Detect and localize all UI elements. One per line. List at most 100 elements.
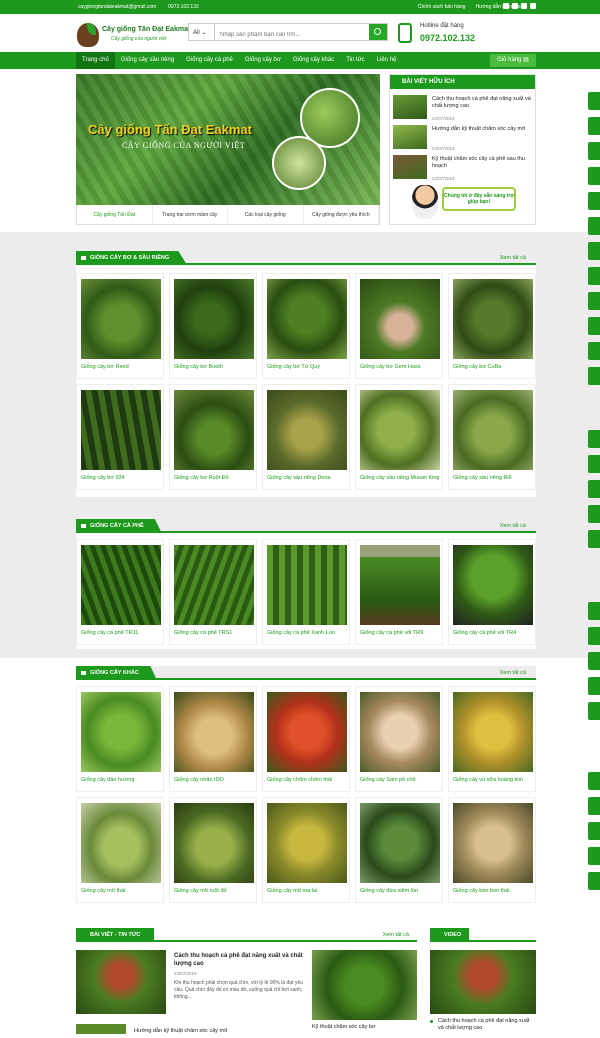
article-item[interactable]: Kỹ thuật chăm sóc cây cà phê sau thu hoạ… xyxy=(393,155,533,183)
product-card[interactable]: Giống cây bơ Tứ Quý xyxy=(262,273,350,379)
float-button[interactable] xyxy=(588,702,600,720)
nav-home[interactable]: Trang chủ xyxy=(76,52,115,69)
top-bar: caygiongtandateakmat@gmail.com 0972.102.… xyxy=(0,0,600,14)
float-button[interactable] xyxy=(588,292,600,310)
product-card[interactable]: Giống cây mít ma lai xyxy=(262,797,350,903)
floating-sidebar xyxy=(588,602,600,727)
float-button[interactable] xyxy=(588,217,600,235)
product-card[interactable]: Giống cây nhãn IDO xyxy=(169,686,257,792)
hotline-number[interactable]: 0972.102.132 xyxy=(420,33,475,43)
view-all-link[interactable]: Xem tất cả xyxy=(500,519,526,533)
product-card[interactable]: Giống cây bơ Booth xyxy=(169,273,257,379)
product-card[interactable]: Giống cây bơ Ruột Đỏ xyxy=(169,384,257,490)
product-card[interactable]: Giống cây sầu riêng Musan King xyxy=(355,384,443,490)
float-button[interactable] xyxy=(588,797,600,815)
float-button[interactable] xyxy=(588,267,600,285)
product-card[interactable]: Giống cây vú sữa hoàng kim xyxy=(448,686,536,792)
nav-durian[interactable]: Giống cây sầu riêng xyxy=(115,52,180,69)
support-box[interactable]: Chúng tôi ở đây sẵn sàng trợ giúp bạn! xyxy=(412,183,516,221)
product-card[interactable]: Giống cây mít thái xyxy=(76,797,164,903)
video-thumbnail[interactable] xyxy=(430,950,536,1014)
float-button[interactable] xyxy=(588,342,600,360)
float-button[interactable] xyxy=(588,627,600,645)
float-button[interactable] xyxy=(588,242,600,260)
blog-side-title[interactable]: Kỹ thuật chăm sóc cây bơ xyxy=(312,1024,376,1030)
banner-tab[interactable]: Trang trại ươm mầm cây xyxy=(153,205,228,224)
nav-other[interactable]: Giống cây khác xyxy=(287,52,340,69)
view-all-link[interactable]: Xem tất cả xyxy=(500,251,526,265)
float-button[interactable] xyxy=(588,652,600,670)
view-all-link[interactable]: Xem tất cả xyxy=(383,928,409,942)
banner-tab[interactable]: Cây giống Tấn Đạt xyxy=(77,205,153,224)
nav-contact[interactable]: Liên hệ xyxy=(371,52,403,69)
float-button[interactable] xyxy=(588,530,600,548)
blog-second-title[interactable]: Hướng dẫn kỹ thuật chăm sóc cây mít xyxy=(134,1028,227,1034)
twitter-icon[interactable] xyxy=(512,3,518,9)
nav-avocado[interactable]: Giống cây bơ xyxy=(239,52,287,69)
category-select[interactable]: All ⌄ xyxy=(189,24,215,40)
support-agent-image xyxy=(412,185,438,219)
product-card[interactable]: Giống cây cà phê vối TR4 xyxy=(448,539,536,645)
product-card[interactable]: Giống cây chôm chôm thái xyxy=(262,686,350,792)
nav-news[interactable]: Tin tức xyxy=(340,52,370,69)
product-card[interactable]: Giống cây mít ruột đỏ xyxy=(169,797,257,903)
product-card[interactable]: Giống cây bơ 034 xyxy=(76,384,164,490)
float-button[interactable] xyxy=(588,480,600,498)
float-button[interactable] xyxy=(588,117,600,135)
banner-tab[interactable]: Cây giống được yêu thích xyxy=(304,205,379,224)
float-button[interactable] xyxy=(588,872,600,890)
float-button[interactable] xyxy=(588,192,600,210)
site-logo[interactable]: Cây giống Tân Đạt Eakmat Cây giống của n… xyxy=(77,21,190,49)
search-button[interactable] xyxy=(369,24,387,40)
email-text[interactable]: caygiongtandateakmat@gmail.com xyxy=(78,4,156,10)
video-caption[interactable]: Cách thu hoạch cà phê đạt năng xuất và c… xyxy=(430,1018,536,1032)
float-button[interactable] xyxy=(588,367,600,385)
hero-banner[interactable]: Cây giống Tấn Đạt Eakmat CÂY GIỐNG CỦA N… xyxy=(76,74,380,205)
float-button[interactable] xyxy=(588,772,600,790)
dot-icon xyxy=(430,1020,433,1023)
article-item[interactable]: Hướng dẫn kỹ thuật chăm sóc cây mít 24/0… xyxy=(393,125,533,153)
float-button[interactable] xyxy=(588,822,600,840)
product-image xyxy=(360,279,440,359)
product-card[interactable]: Giống cây đàn hương xyxy=(76,686,164,792)
blog-main-image[interactable] xyxy=(76,950,166,1014)
product-card[interactable]: Giống cây bòn bon thái xyxy=(448,797,536,903)
product-card[interactable]: Giống cây sầu riêng Dona xyxy=(262,384,350,490)
facebook-icon[interactable] xyxy=(503,3,509,9)
product-card[interactable]: Giống cây cà phê TRS1 xyxy=(169,539,257,645)
product-card[interactable]: Giống cây Sam pô chê xyxy=(355,686,443,792)
float-button[interactable] xyxy=(588,505,600,523)
mail-icon[interactable] xyxy=(530,3,536,9)
float-button[interactable] xyxy=(588,677,600,695)
float-button[interactable] xyxy=(588,455,600,473)
view-all-link[interactable]: Xem tất cả xyxy=(500,666,526,680)
product-card[interactable]: Giống cây cà phê Xanh Lùn xyxy=(262,539,350,645)
blog-side-image[interactable] xyxy=(312,950,417,1020)
blog-second-thumb[interactable] xyxy=(76,1024,126,1034)
blog-main-title[interactable]: Cách thu hoạch cà phê đạt năng xuất và c… xyxy=(174,952,304,968)
policy-link[interactable]: Chính sách bán hàng xyxy=(418,4,466,10)
float-button[interactable] xyxy=(588,430,600,448)
product-card[interactable]: Giống cây bơ Reed xyxy=(76,273,164,379)
product-card[interactable]: Giống cây cà phê vối TR9 xyxy=(355,539,443,645)
product-card[interactable]: Giống cây cà phê TR11 xyxy=(76,539,164,645)
banner-tab[interactable]: Các loại cây giống xyxy=(228,205,304,224)
float-button[interactable] xyxy=(588,317,600,335)
float-button[interactable] xyxy=(588,602,600,620)
product-card[interactable]: Giống cây sầu riêng Ri6 xyxy=(448,384,536,490)
product-card[interactable]: Giống cây dừa xiêm lùn xyxy=(355,797,443,903)
float-button[interactable] xyxy=(588,92,600,110)
article-item[interactable]: Cách thu hoạch cà phê đạt năng xuất và c… xyxy=(393,95,533,123)
phone-text[interactable]: 0972.102.132 xyxy=(168,4,199,10)
section-header: GIỐNG CÂY CÀ PHÊ Xem tất cả xyxy=(76,519,536,533)
search-input[interactable] xyxy=(215,24,369,40)
nav-coffee[interactable]: Giống cây cà phê xyxy=(180,52,239,69)
product-card[interactable]: Giống cây bơ CuBa xyxy=(448,273,536,379)
float-button[interactable] xyxy=(588,847,600,865)
cart-button[interactable]: Giỏ hàng ▤ xyxy=(490,54,536,67)
instagram-icon[interactable] xyxy=(521,3,527,9)
float-button[interactable] xyxy=(588,142,600,160)
float-button[interactable] xyxy=(588,167,600,185)
product-card[interactable]: Giống cây bơ Gem Hass xyxy=(355,273,443,379)
product-image xyxy=(174,390,254,470)
